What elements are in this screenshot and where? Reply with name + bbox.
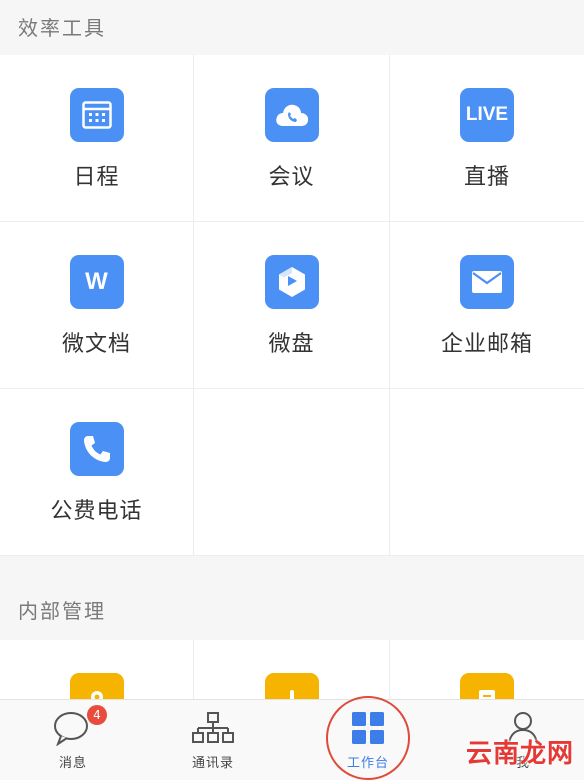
tab-contacts[interactable]: 通讯录 [140,700,286,780]
drive-icon [264,255,319,309]
phone-icon [69,422,124,476]
section-header-efficiency: 效率工具 [0,0,584,55]
app-tile-schedule[interactable]: 日程 [0,55,194,222]
live-icon-text: LIVE [465,104,509,125]
cloud-phone-icon [264,88,319,142]
app-label: 企业邮箱 [440,332,533,357]
app-tile-doc[interactable]: W 微文档 [0,222,194,389]
app-tile-internal-1[interactable] [0,640,194,700]
mail-icon [460,255,514,309]
notice-icon [264,673,319,700]
app-label: 公费电话 [50,499,143,524]
org-chart-icon [191,708,235,748]
tab-workbench[interactable]: 工作台 [295,700,441,780]
tab-messages[interactable]: 4 消息 [0,700,146,780]
document-icon: W [69,255,124,309]
app-tile-meeting[interactable]: 会议 [194,55,390,222]
app-tile-drive[interactable]: 微盘 [194,222,390,389]
app-label: 直播 [463,165,510,190]
app-label: 微盘 [268,332,315,357]
message-icon: 4 [53,705,107,748]
section-title: 内部管理 [18,599,106,623]
section-title: 效率工具 [18,16,106,40]
grid-icon [351,708,385,748]
empty-tile [194,389,390,556]
app-tile-phone[interactable]: 公费电话 [0,389,194,556]
app-label: 会议 [268,165,315,190]
internal-management-grid [0,640,584,700]
section-header-internal: 内部管理 [0,577,584,640]
tab-label: 通讯录 [191,756,234,771]
live-icon: LIVE [460,88,514,142]
efficiency-tools-grid: 日程 会议 LIVE 直播 W 微文档 微盘 企业邮箱 公费电话 [0,55,584,556]
location-icon [69,673,124,700]
unread-badge: 4 [87,705,107,725]
app-tile-live[interactable]: LIVE 直播 [390,55,584,222]
app-label: 微文档 [61,332,131,357]
app-tile-internal-2[interactable] [194,640,390,700]
form-icon [460,673,514,700]
tab-label: 工作台 [346,756,389,771]
doc-icon-text: W [85,268,108,295]
app-tile-internal-3[interactable] [390,640,584,700]
app-tile-mail[interactable]: 企业邮箱 [390,222,584,389]
calendar-icon [69,88,124,142]
app-label: 日程 [73,165,120,190]
watermark: 云南龙网 [465,739,574,769]
empty-tile [390,389,584,556]
tab-label: 消息 [58,756,87,771]
